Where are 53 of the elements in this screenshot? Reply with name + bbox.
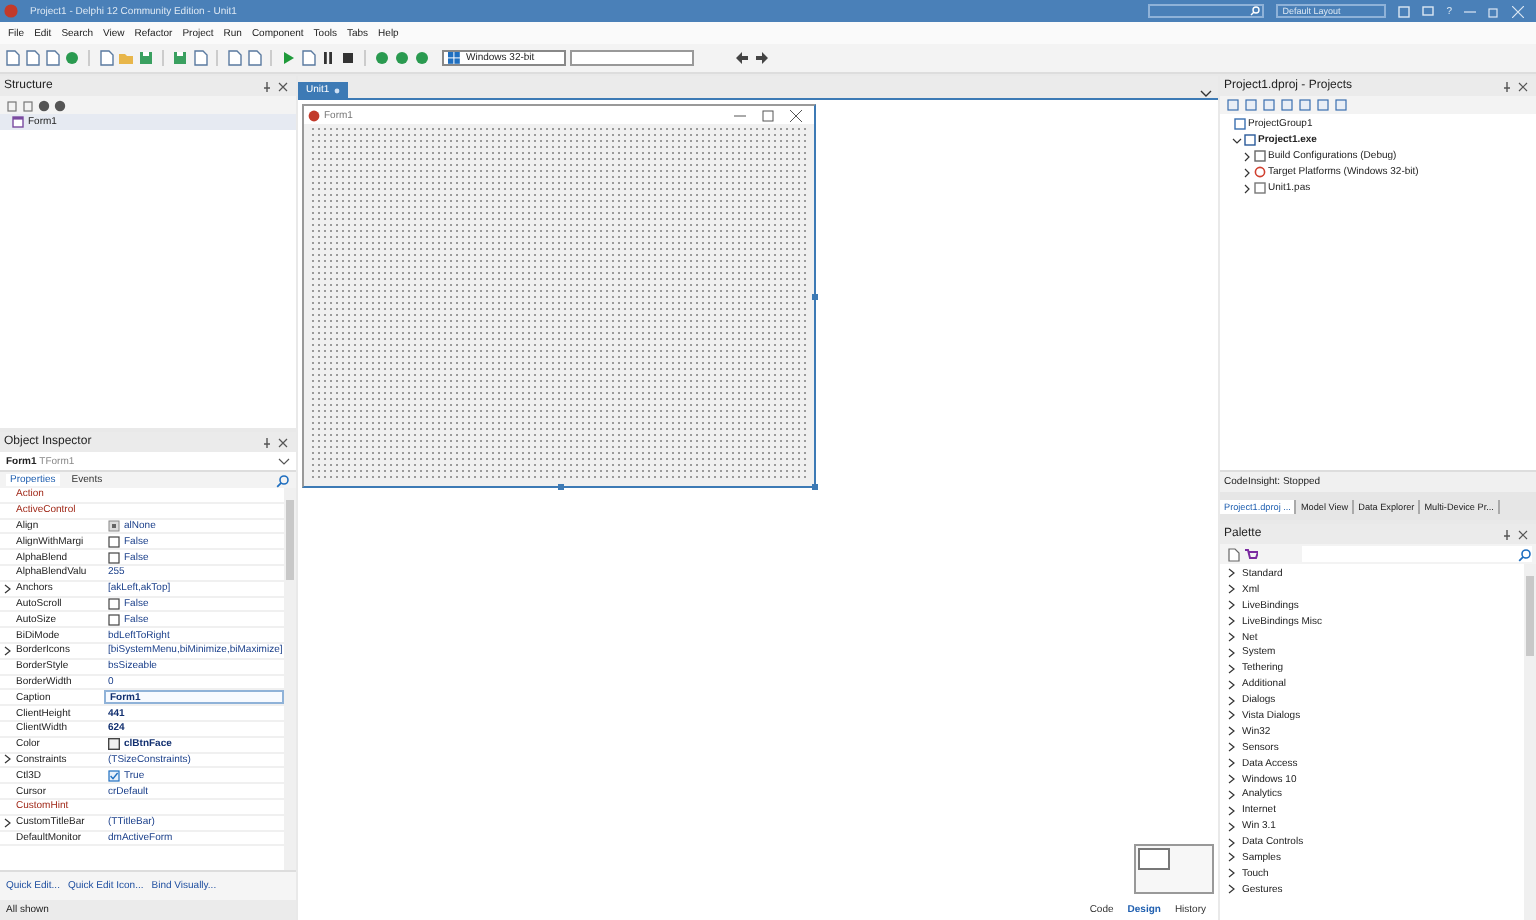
pause-icon[interactable] bbox=[320, 50, 336, 66]
checkbox[interactable] bbox=[108, 535, 120, 548]
close-icon[interactable] bbox=[278, 437, 288, 447]
chevron-down-icon[interactable] bbox=[1200, 90, 1212, 98]
minimize-icon[interactable] bbox=[1464, 5, 1476, 17]
form-thumbnail[interactable] bbox=[1134, 844, 1214, 894]
close-icon[interactable] bbox=[278, 81, 288, 91]
checkbox[interactable] bbox=[108, 769, 120, 782]
search-field[interactable] bbox=[1302, 546, 1532, 562]
play-icon[interactable] bbox=[280, 50, 296, 66]
search-icon bbox=[1250, 6, 1261, 16]
search-icon bbox=[1518, 547, 1532, 561]
chevron-down-icon bbox=[278, 457, 290, 465]
checkbox[interactable] bbox=[108, 597, 120, 610]
pin-icon[interactable] bbox=[262, 81, 272, 91]
search-icon[interactable] bbox=[276, 473, 290, 487]
pin-icon[interactable] bbox=[262, 437, 272, 447]
resize-handle[interactable] bbox=[558, 484, 564, 490]
restore-icon[interactable] bbox=[1488, 5, 1500, 17]
circle-icon[interactable] bbox=[374, 50, 390, 66]
config-dropdown[interactable] bbox=[570, 50, 694, 66]
align-icon bbox=[108, 519, 120, 532]
checkbox[interactable] bbox=[108, 551, 120, 564]
pin-icon[interactable] bbox=[1502, 529, 1512, 539]
circle-icon[interactable] bbox=[414, 50, 430, 66]
chevron-right-icon[interactable] bbox=[4, 645, 12, 656]
chevron-right-icon[interactable] bbox=[4, 583, 12, 594]
arrow-right-icon[interactable] bbox=[754, 50, 770, 66]
pin-icon[interactable] bbox=[1502, 81, 1512, 91]
resize-handle[interactable] bbox=[812, 484, 818, 490]
app-icon bbox=[4, 4, 18, 18]
ring-icon bbox=[1254, 166, 1266, 178]
close-icon[interactable] bbox=[1518, 529, 1528, 539]
circle-icon[interactable] bbox=[64, 50, 80, 66]
app-icon bbox=[308, 109, 320, 121]
close-icon bbox=[790, 109, 802, 121]
cart-icon[interactable] bbox=[1244, 547, 1258, 561]
minimize-icon bbox=[734, 109, 746, 121]
windows-icon bbox=[448, 52, 460, 64]
search-field[interactable] bbox=[1148, 4, 1265, 18]
scrollbar[interactable] bbox=[284, 488, 296, 870]
resize-handle[interactable] bbox=[812, 294, 818, 300]
stop-icon[interactable] bbox=[340, 50, 356, 66]
chevron-right-icon[interactable] bbox=[4, 817, 12, 828]
scrollbar[interactable] bbox=[1524, 564, 1536, 920]
file-icon bbox=[1254, 182, 1266, 194]
close-icon[interactable] bbox=[1518, 81, 1528, 91]
arrow-left-icon[interactable] bbox=[734, 50, 750, 66]
maximize-icon bbox=[762, 109, 774, 121]
checkbox[interactable] bbox=[108, 613, 120, 626]
chevron-right-icon[interactable] bbox=[4, 754, 12, 765]
close-dot-icon[interactable] bbox=[333, 87, 340, 93]
circle-icon[interactable] bbox=[394, 50, 410, 66]
